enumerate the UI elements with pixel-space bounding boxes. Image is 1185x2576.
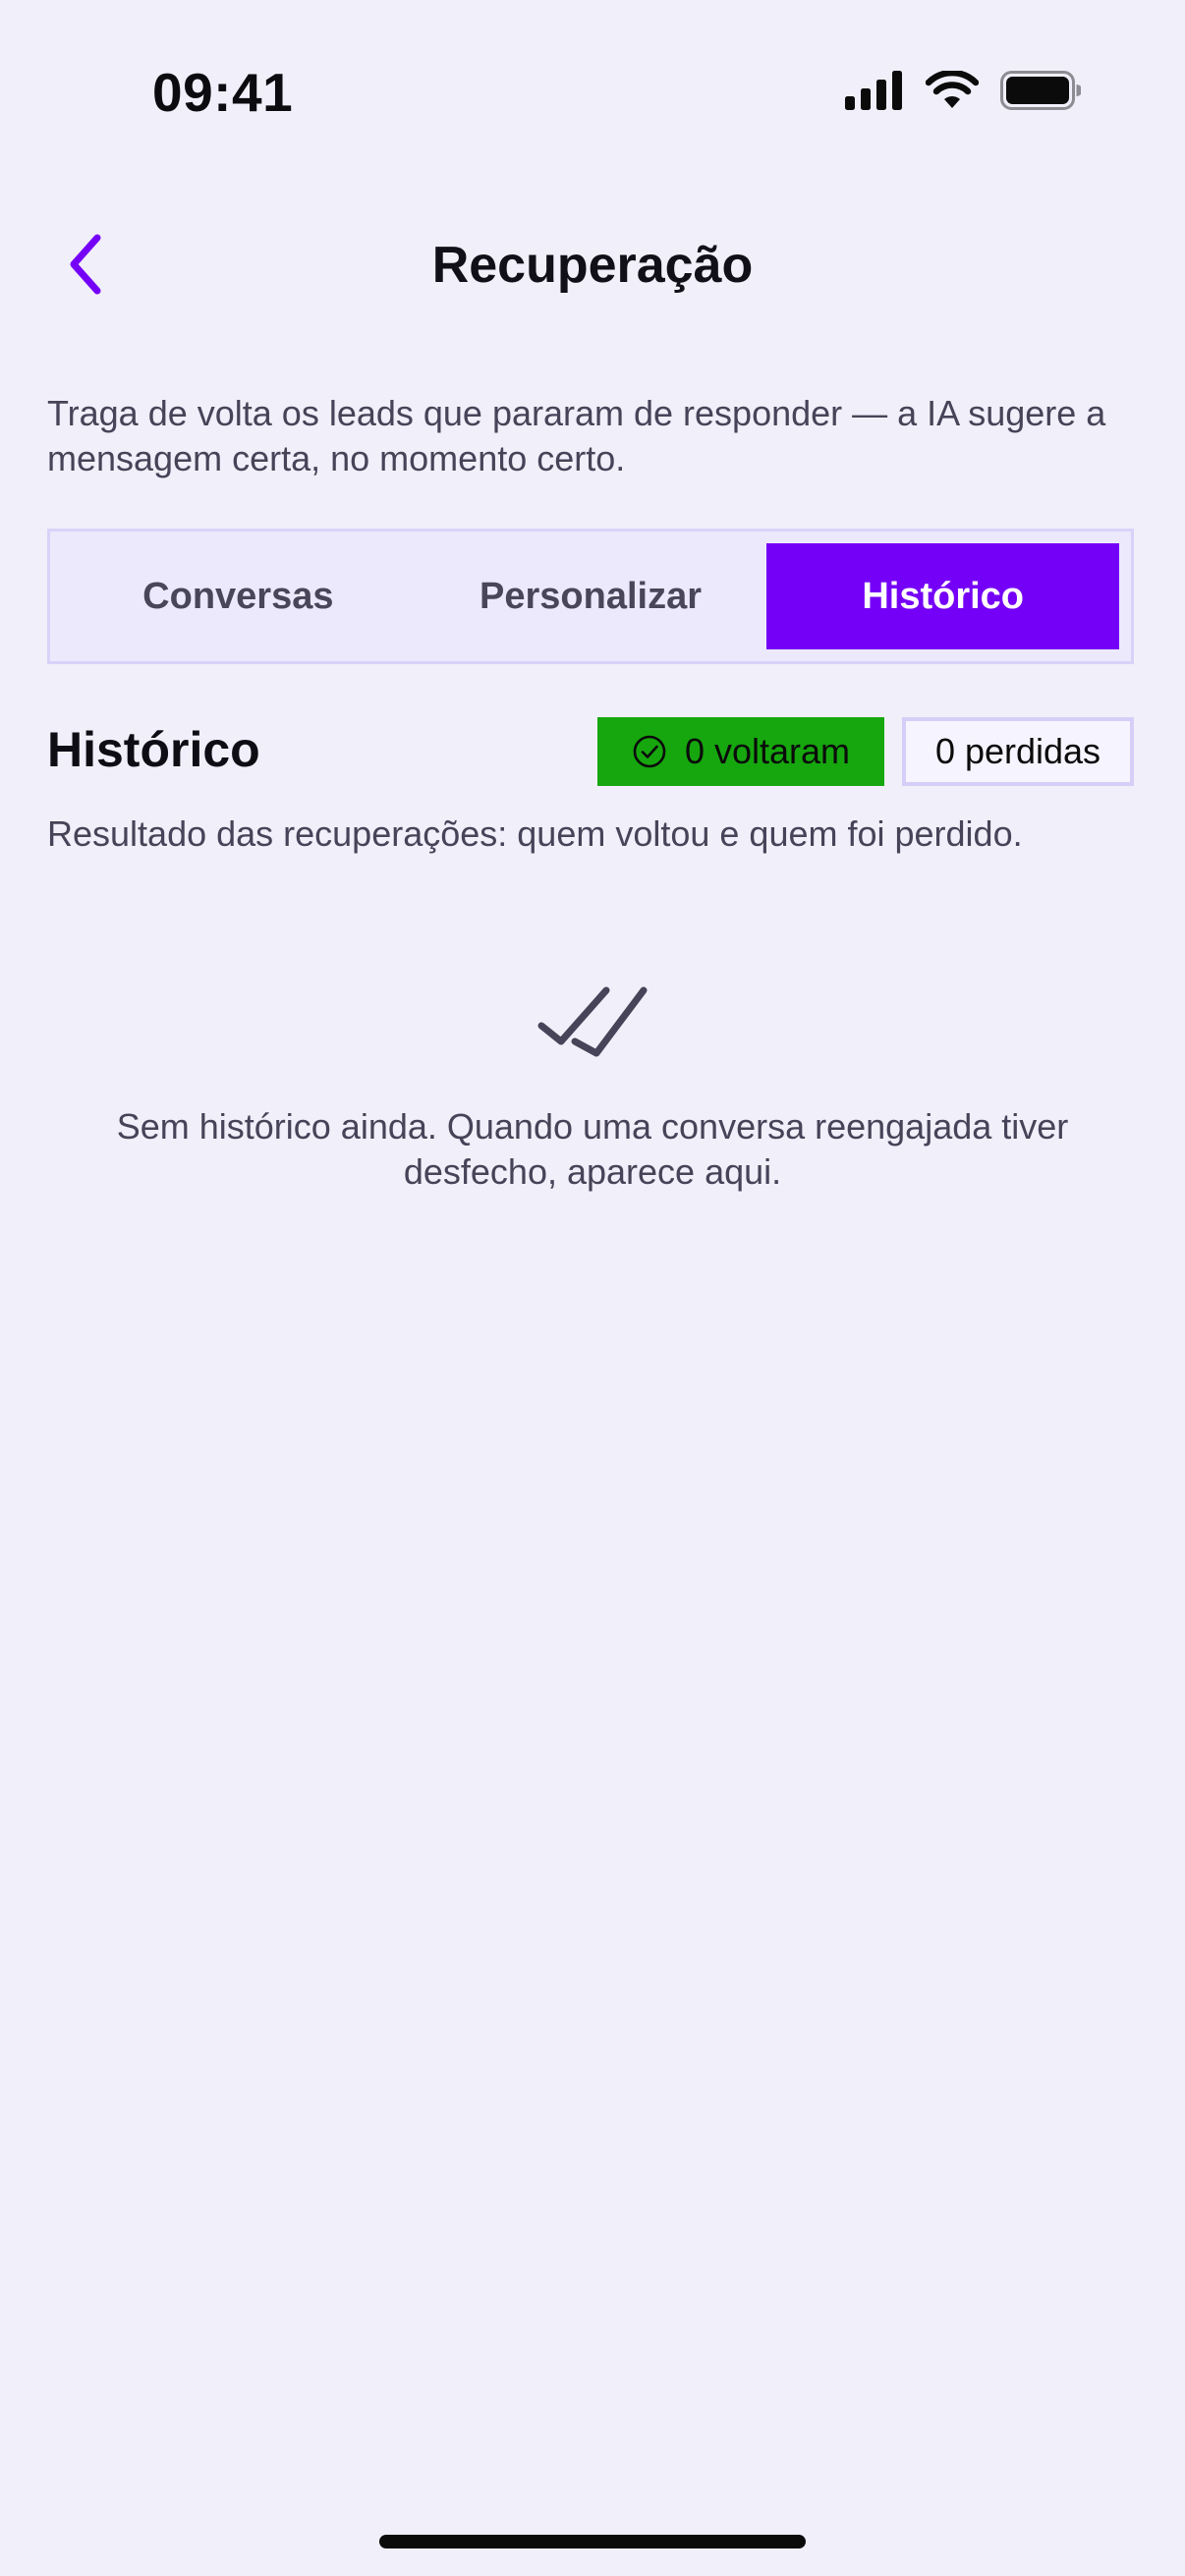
section-title: Histórico xyxy=(47,722,260,777)
nav-header: Recuperação xyxy=(0,216,1185,314)
lost-badge[interactable]: 0 perdidas xyxy=(902,717,1134,786)
tab-personalizar[interactable]: Personalizar xyxy=(415,543,767,649)
returned-badge[interactable]: 0 voltaram xyxy=(597,717,884,786)
page-title: Recuperação xyxy=(431,237,754,294)
status-time: 09:41 xyxy=(152,62,294,123)
status-icons xyxy=(845,71,1081,110)
section-subtitle: Resultado das recuperações: quem voltou … xyxy=(47,813,1023,854)
intro-description: Traga de volta os leads que pararam de r… xyxy=(47,393,1106,478)
status-bar: 09:41 xyxy=(0,0,1185,187)
empty-state: Sem histórico ainda. Quando uma conversa… xyxy=(59,980,1126,1195)
tab-bar: Conversas Personalizar Histórico xyxy=(47,529,1134,664)
battery-icon xyxy=(1000,71,1081,110)
wifi-icon xyxy=(926,71,979,108)
tab-conversas[interactable]: Conversas xyxy=(62,543,415,649)
empty-state-text: Sem histórico ainda. Quando uma conversa… xyxy=(116,1106,1069,1192)
double-check-icon xyxy=(537,986,648,1057)
lost-badge-label: 0 perdidas xyxy=(934,731,1101,771)
home-indicator[interactable] xyxy=(379,2535,806,2548)
returned-badge-label: 0 voltaram xyxy=(684,731,851,771)
cellular-signal-icon xyxy=(845,71,902,110)
section-header: Histórico 0 voltaram 0 perdidas xyxy=(47,715,1138,788)
check-circle-icon xyxy=(633,735,666,768)
tab-historico[interactable]: Histórico xyxy=(766,543,1120,649)
